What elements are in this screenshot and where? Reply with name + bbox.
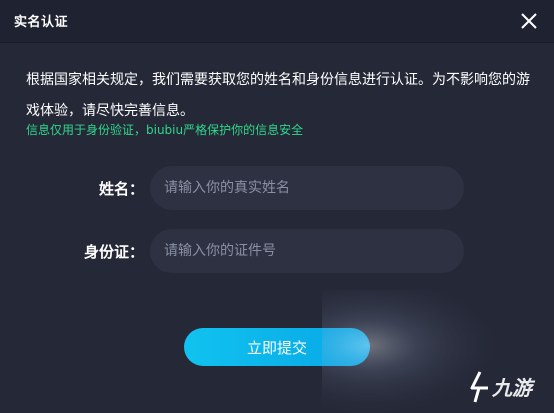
id-number-input[interactable] bbox=[150, 229, 464, 273]
watermark-text: 九游 bbox=[492, 376, 532, 400]
name-input[interactable] bbox=[150, 166, 464, 210]
dialog-titlebar: 实名认证 bbox=[0, 0, 554, 43]
dialog-title: 实名认证 bbox=[14, 15, 69, 30]
real-name-verification-dialog: 实名认证 根据国家相关规定，我们需要获取您的姓名和身份信息进行认证。为不影响您的… bbox=[0, 0, 554, 413]
jiuyou-logo-icon bbox=[470, 371, 488, 403]
submit-button[interactable]: 立即提交 bbox=[184, 328, 370, 366]
close-button[interactable] bbox=[516, 8, 542, 34]
close-icon bbox=[521, 13, 537, 29]
verification-description: 根据国家相关规定，我们需要获取您的姓名和身份信息进行认证。为不影响您的游戏体验，… bbox=[26, 72, 530, 119]
privacy-note: 信息仅用于身份验证，biubiu严格保护你的信息安全 bbox=[26, 123, 304, 137]
id-number-label: 身份证： bbox=[83, 243, 144, 261]
name-label: 姓名： bbox=[98, 180, 144, 198]
